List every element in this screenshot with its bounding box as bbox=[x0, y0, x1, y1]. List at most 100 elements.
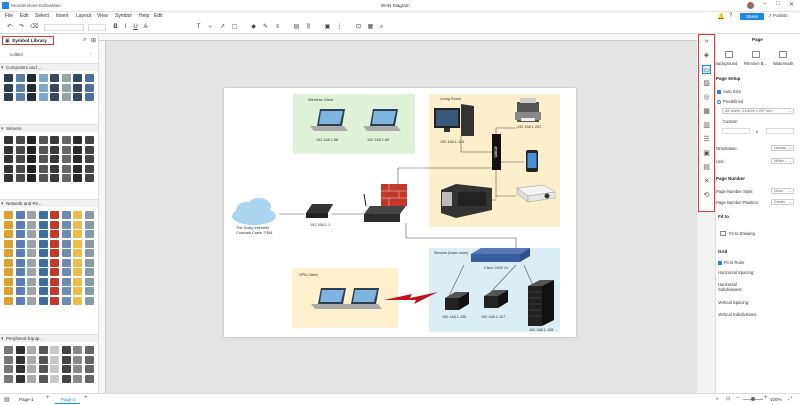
fit-to-drawing-label[interactable]: Fit to Drawing bbox=[729, 231, 755, 236]
symbol-thumbnail[interactable] bbox=[84, 365, 94, 373]
data-icon[interactable]: ▦ bbox=[702, 107, 711, 116]
symbol-thumbnail[interactable] bbox=[4, 355, 13, 364]
symbol-thumbnail[interactable] bbox=[27, 174, 36, 182]
symbol-thumbnail[interactable] bbox=[4, 211, 13, 219]
menu-layout[interactable]: Layout bbox=[76, 13, 91, 19]
symbol-thumbnail[interactable] bbox=[27, 220, 36, 229]
symbol-thumbnail[interactable] bbox=[27, 164, 36, 173]
symbol-thumbnail[interactable] bbox=[38, 155, 48, 163]
symbol-thumbnail[interactable] bbox=[38, 83, 48, 92]
symbol-thumbnail[interactable] bbox=[15, 93, 25, 101]
symbol-thumbnail[interactable] bbox=[15, 268, 25, 276]
font-color-icon[interactable]: A bbox=[142, 24, 149, 31]
layers-icon[interactable]: ◎ bbox=[702, 93, 711, 102]
category-computers[interactable]: Computers and ... bbox=[0, 63, 98, 72]
distribute-icon[interactable]: ⋮ bbox=[336, 24, 343, 31]
symbol-thumbnail[interactable] bbox=[61, 296, 71, 305]
remove-background-icon[interactable] bbox=[752, 51, 760, 58]
watermark-icon[interactable] bbox=[779, 51, 787, 58]
symbol-thumbnail[interactable] bbox=[50, 83, 59, 92]
history-icon[interactable]: ⟲ bbox=[702, 191, 711, 200]
custom-height-input[interactable] bbox=[766, 128, 794, 134]
symbol-thumbnail[interactable] bbox=[15, 355, 25, 364]
symbol-thumbnail[interactable] bbox=[15, 287, 25, 295]
shape-icon[interactable]: ▢ bbox=[231, 24, 238, 31]
orientation-select[interactable]: Landsc... bbox=[771, 145, 794, 151]
symbol-thumbnail[interactable] bbox=[73, 258, 82, 267]
symbol-thumbnail[interactable] bbox=[27, 74, 36, 82]
symbol-thumbnail[interactable] bbox=[15, 155, 25, 163]
symbol-thumbnail[interactable] bbox=[61, 249, 71, 257]
symbol-thumbnail[interactable] bbox=[84, 277, 94, 286]
zoom-out-icon[interactable]: − bbox=[736, 395, 740, 401]
symbol-thumbnail[interactable] bbox=[15, 174, 25, 182]
symbol-thumbnail[interactable] bbox=[61, 74, 71, 82]
symbol-thumbnail[interactable] bbox=[61, 239, 71, 248]
symbol-thumbnail[interactable] bbox=[61, 355, 71, 364]
symbol-thumbnail[interactable] bbox=[84, 287, 94, 295]
library-manage-icon[interactable]: ⊞ bbox=[91, 37, 96, 44]
menu-file[interactable]: File bbox=[5, 13, 13, 19]
symbol-thumbnail[interactable] bbox=[38, 346, 48, 354]
shuffle-icon[interactable]: ✕ bbox=[702, 177, 711, 186]
symbol-thumbnail[interactable] bbox=[4, 287, 13, 295]
symbol-thumbnail[interactable] bbox=[50, 230, 59, 238]
page-setup-icon[interactable]: ▭ bbox=[702, 65, 711, 74]
symbol-thumbnail[interactable] bbox=[84, 249, 94, 257]
symbol-thumbnail[interactable] bbox=[61, 155, 71, 163]
symbol-thumbnail[interactable] bbox=[84, 164, 94, 173]
symbol-thumbnail[interactable] bbox=[84, 83, 94, 92]
symbol-thumbnail[interactable] bbox=[84, 220, 94, 229]
symbol-thumbnail[interactable] bbox=[73, 230, 82, 238]
symbol-thumbnail[interactable] bbox=[4, 374, 13, 383]
symbol-thumbnail[interactable] bbox=[50, 136, 59, 144]
symbol-thumbnail[interactable] bbox=[84, 258, 94, 267]
symbol-thumbnail[interactable] bbox=[73, 249, 82, 257]
symbol-thumbnail[interactable] bbox=[15, 211, 25, 219]
menu-insert[interactable]: Insert bbox=[56, 13, 69, 19]
symbol-thumbnail[interactable] bbox=[27, 83, 36, 92]
symbol-thumbnail[interactable] bbox=[27, 258, 36, 267]
menu-help[interactable]: Help bbox=[139, 13, 149, 19]
format-painter-icon[interactable]: ⌫ bbox=[30, 24, 38, 31]
unit-select[interactable]: Millim... bbox=[771, 158, 794, 164]
fit-page-icon[interactable]: ⊡ bbox=[726, 396, 730, 402]
symbol-thumbnail[interactable] bbox=[4, 230, 13, 238]
symbol-thumbnail[interactable] bbox=[15, 220, 25, 229]
symbol-thumbnail[interactable] bbox=[61, 277, 71, 286]
zoom-level[interactable]: 100% bbox=[770, 397, 782, 402]
italic-icon[interactable]: I bbox=[122, 24, 129, 31]
publish-button[interactable]: ↗ Publish bbox=[768, 13, 788, 19]
symbol-thumbnail[interactable] bbox=[84, 355, 94, 364]
symbol-thumbnail[interactable] bbox=[4, 277, 13, 286]
text-tool-icon[interactable]: T bbox=[195, 24, 202, 31]
symbol-thumbnail[interactable] bbox=[27, 287, 36, 295]
category-network[interactable]: Network and Pe... bbox=[0, 199, 98, 208]
symbol-thumbnail[interactable] bbox=[50, 211, 59, 219]
symbol-thumbnail[interactable] bbox=[38, 268, 48, 276]
symbol-thumbnail[interactable] bbox=[84, 374, 94, 383]
diagram-page[interactable]: CISCO Wireless Client Living Room 192.16… bbox=[224, 88, 576, 337]
symbol-thumbnail[interactable] bbox=[27, 230, 36, 238]
symbol-thumbnail[interactable] bbox=[15, 296, 25, 305]
library-search-icon[interactable]: ⌕ bbox=[83, 37, 86, 44]
auto-size-checkbox[interactable] bbox=[717, 90, 721, 94]
symbol-thumbnail[interactable] bbox=[84, 174, 94, 182]
symbol-thumbnail[interactable] bbox=[73, 355, 82, 364]
symbol-thumbnail[interactable] bbox=[61, 346, 71, 354]
symbol-thumbnail[interactable] bbox=[50, 346, 59, 354]
symbol-thumbnail[interactable] bbox=[61, 174, 71, 182]
symbol-thumbnail[interactable] bbox=[50, 174, 59, 182]
maximize-icon[interactable]: □ bbox=[776, 1, 780, 7]
symbol-thumbnail[interactable] bbox=[61, 287, 71, 295]
remove-background-label[interactable]: Remove B... bbox=[744, 61, 767, 66]
fullscreen-icon[interactable]: ⤢ bbox=[788, 396, 792, 402]
symbol-thumbnail[interactable] bbox=[61, 93, 71, 101]
symbol-thumbnail[interactable] bbox=[61, 220, 71, 229]
custom-width-input[interactable] bbox=[722, 128, 750, 134]
search-icon[interactable]: ⌕ bbox=[378, 24, 385, 31]
collect-item[interactable]: collect bbox=[10, 52, 23, 57]
symbol-thumbnail[interactable] bbox=[4, 136, 13, 144]
symbol-thumbnail[interactable] bbox=[61, 145, 71, 154]
line-tool-icon[interactable]: ⌐ bbox=[207, 24, 214, 31]
